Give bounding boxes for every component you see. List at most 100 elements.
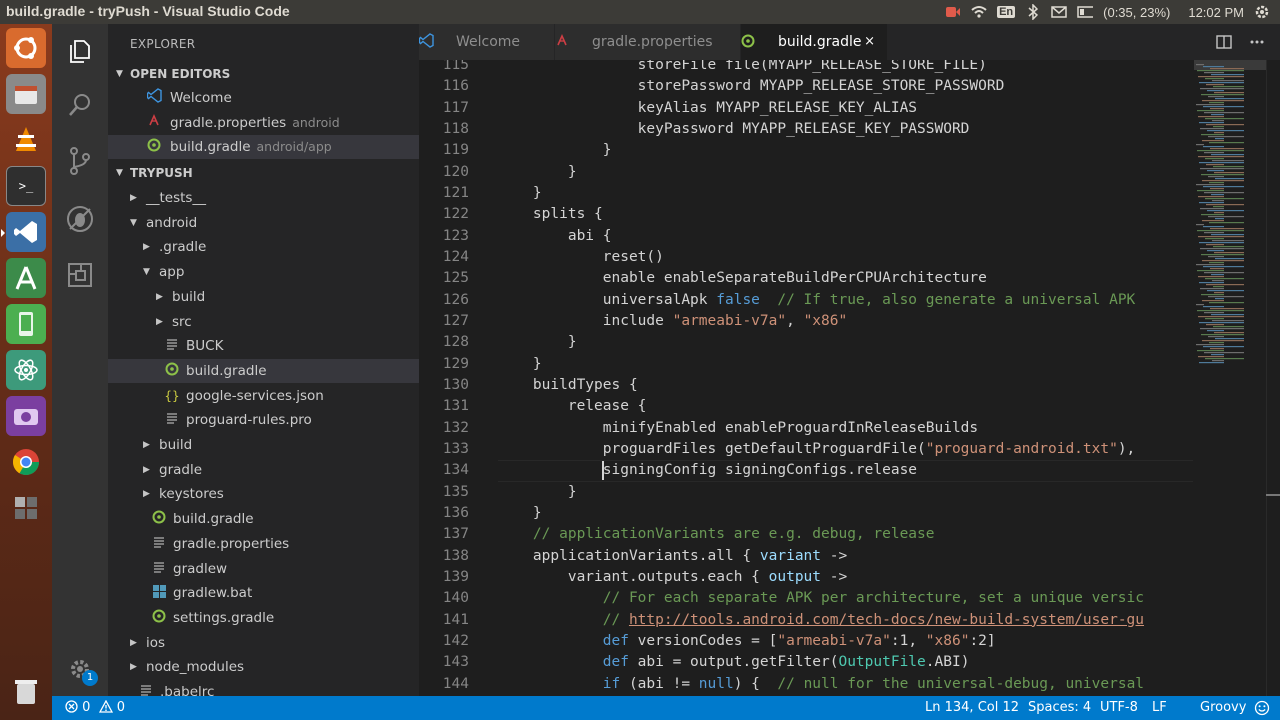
minimap[interactable] bbox=[1194, 60, 1272, 380]
power-gear-icon[interactable] bbox=[1254, 4, 1270, 20]
tree-file[interactable]: gradlew.bat bbox=[108, 581, 419, 605]
minimap-line bbox=[1214, 292, 1224, 294]
clock[interactable]: 12:02 PM bbox=[1188, 5, 1244, 20]
chrome-icon[interactable] bbox=[6, 442, 46, 482]
tab-label: build.gradle bbox=[778, 34, 862, 50]
line-number: 138 bbox=[442, 547, 469, 564]
tree-folder[interactable]: ▶ ios bbox=[108, 631, 419, 655]
minimap-line bbox=[1196, 344, 1224, 346]
tree-file[interactable]: proguard-rules.pro bbox=[108, 408, 419, 432]
feedback-smiley-icon[interactable] bbox=[1254, 700, 1270, 720]
tree-file[interactable]: build.gradle bbox=[108, 507, 419, 531]
encoding-setting[interactable]: UTF-8 bbox=[1100, 696, 1138, 720]
search-icon[interactable] bbox=[52, 80, 108, 130]
tree-file[interactable]: .babelrc bbox=[108, 680, 419, 696]
split-editor-icon[interactable] bbox=[1216, 34, 1232, 50]
minimap-line bbox=[1215, 258, 1244, 260]
tree-folder[interactable]: ▼ app bbox=[108, 260, 419, 284]
battery-icon[interactable] bbox=[1077, 4, 1094, 20]
minimap-line bbox=[1211, 194, 1224, 196]
open-editor-item[interactable]: gradle.properties android bbox=[108, 111, 419, 135]
tree-file[interactable]: settings.gradle bbox=[108, 606, 419, 630]
tab-build-gradle[interactable]: build.gradle × bbox=[741, 24, 887, 60]
editor-tab-bar: Welcome gradle.properties build.gradle × bbox=[418, 24, 1280, 60]
minimap-line bbox=[1208, 216, 1244, 218]
source-control-icon[interactable] bbox=[52, 136, 108, 186]
bluetooth-icon[interactable] bbox=[1025, 4, 1041, 20]
code-token: , bbox=[786, 312, 804, 329]
open-editor-item[interactable]: build.gradle android/app bbox=[108, 135, 419, 159]
debug-icon[interactable] bbox=[52, 194, 108, 244]
tree-file[interactable]: build.gradle bbox=[108, 358, 419, 383]
minimap-line bbox=[1211, 154, 1244, 156]
ubuntu-logo-icon[interactable] bbox=[6, 28, 46, 68]
keyboard-layout-indicator[interactable]: En bbox=[997, 6, 1016, 18]
tree-folder[interactable]: ▶ build bbox=[108, 285, 419, 309]
code-line: def abi = output.getFilter(OutputFile.AB… bbox=[498, 652, 970, 673]
workspace-switcher-icon[interactable] bbox=[6, 488, 46, 528]
close-icon[interactable]: × bbox=[864, 24, 875, 60]
terminal-icon[interactable]: >_ bbox=[6, 166, 46, 206]
gradle-properties-icon bbox=[146, 111, 162, 135]
record-icon[interactable] bbox=[945, 4, 961, 20]
eol-setting[interactable]: LF bbox=[1152, 696, 1167, 720]
code-token: if bbox=[498, 675, 621, 692]
minimap-line bbox=[1204, 232, 1224, 234]
atom-icon[interactable] bbox=[6, 350, 46, 390]
code-token: enable enableSeparateBuildPerCPUArchitec… bbox=[498, 270, 987, 287]
project-header[interactable]: ▼ TRYPUSH bbox=[108, 161, 419, 185]
cursor-position[interactable]: Ln 134, Col 12 bbox=[925, 696, 1019, 720]
code-line: universalApk false // If true, also gene… bbox=[498, 290, 1136, 311]
line-number: 131 bbox=[442, 398, 469, 415]
editor-scrollbar[interactable] bbox=[1266, 60, 1280, 696]
vscode-app-icon[interactable] bbox=[1, 212, 46, 252]
minimap-line bbox=[1201, 134, 1224, 136]
tree-folder[interactable]: ▶ src bbox=[108, 310, 419, 334]
android-studio-icon[interactable] bbox=[6, 258, 46, 298]
extensions-icon[interactable] bbox=[52, 250, 108, 300]
tree-folder[interactable]: ▼ android bbox=[108, 211, 419, 235]
json-icon: {} bbox=[164, 388, 180, 403]
indentation-setting[interactable]: Spaces: 4 bbox=[1028, 696, 1091, 720]
unity-launcher: >_ bbox=[0, 24, 52, 720]
tree-file[interactable]: gradlew bbox=[108, 557, 419, 581]
files-app-icon[interactable] bbox=[6, 74, 46, 114]
code-editor[interactable]: 115 storeFile file(MYAPP_RELEASE_STORE_F… bbox=[419, 60, 1280, 696]
code-token: def bbox=[498, 654, 629, 671]
more-actions-icon[interactable] bbox=[1249, 34, 1265, 50]
minimap-line bbox=[1198, 356, 1224, 358]
settings-gear-icon[interactable]: 1 bbox=[52, 644, 108, 694]
line-number: 142 bbox=[442, 632, 469, 649]
tab-gradle-properties[interactable]: gradle.properties bbox=[555, 24, 740, 60]
tree-file[interactable]: {} google-services.json bbox=[108, 384, 419, 408]
screenshot-app-icon[interactable] bbox=[6, 396, 46, 436]
tree-folder[interactable]: ▶ node_modules bbox=[108, 655, 419, 679]
open-editor-item[interactable]: Welcome bbox=[108, 86, 419, 110]
minimap-line bbox=[1199, 162, 1244, 164]
problems-indicator[interactable]: 0 0 bbox=[65, 696, 125, 720]
tree-folder[interactable]: ▶ build bbox=[108, 433, 419, 457]
gradle-icon bbox=[741, 34, 755, 50]
tree-item-label: build bbox=[172, 288, 206, 305]
mail-icon[interactable] bbox=[1051, 4, 1067, 20]
code-line: splits { bbox=[498, 204, 603, 225]
tree-file[interactable]: BUCK bbox=[108, 334, 419, 358]
language-mode[interactable]: Groovy bbox=[1200, 696, 1246, 720]
tree-folder[interactable]: ▶ gradle bbox=[108, 458, 419, 482]
tree-folder[interactable]: ▶ .gradle bbox=[108, 235, 419, 259]
tree-item-label: settings.gradle bbox=[173, 609, 275, 626]
open-editors-header[interactable]: ▼ OPEN EDITORS bbox=[108, 62, 419, 86]
explorer-icon[interactable] bbox=[52, 26, 108, 76]
vlc-icon[interactable] bbox=[6, 120, 46, 160]
tree-folder[interactable]: ▶ keystores bbox=[108, 482, 419, 506]
code-line: if (abi != null) { // null for the unive… bbox=[498, 674, 1144, 695]
tree-folder[interactable]: ▶ __tests__ bbox=[108, 186, 419, 210]
minimap-line bbox=[1207, 290, 1244, 292]
tab-welcome[interactable]: Welcome bbox=[418, 24, 554, 60]
tree-file[interactable]: gradle.properties bbox=[108, 532, 419, 556]
trash-icon[interactable] bbox=[6, 672, 46, 712]
minimap-line bbox=[1201, 174, 1244, 176]
wifi-icon[interactable] bbox=[971, 4, 987, 20]
phone-app-icon[interactable] bbox=[6, 304, 46, 344]
minimap-line bbox=[1196, 64, 1204, 66]
